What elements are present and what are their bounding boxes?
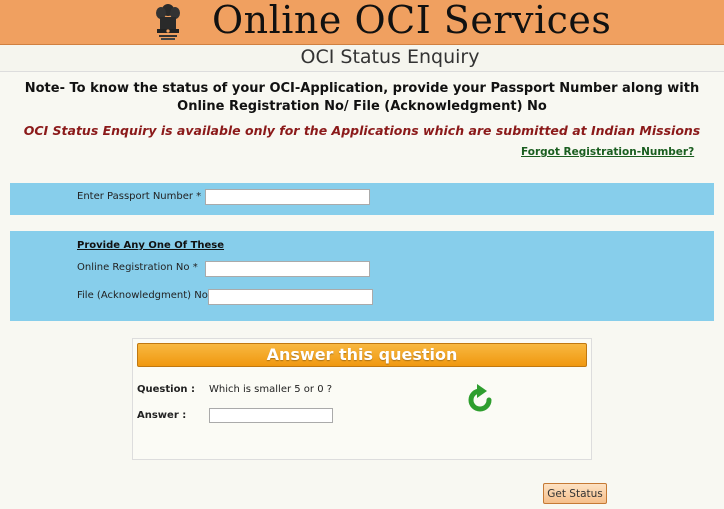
section-title: Provide Any One Of These <box>77 240 225 251</box>
passport-panel: Enter Passport Number * <box>10 183 714 215</box>
captcha-box: Answer this question Question : Which is… <box>132 338 592 460</box>
answer-label: Answer : <box>137 410 187 421</box>
captcha-title: Answer this question <box>137 343 587 367</box>
file-ack-label: File (Acknowledgment) No * <box>77 290 217 301</box>
registration-number-input[interactable] <box>205 261 370 277</box>
missions-note: OCI Status Enquiry is available only for… <box>23 123 701 138</box>
site-header: Online OCI Services <box>0 0 724 45</box>
refresh-icon[interactable] <box>463 383 497 417</box>
page-title: OCI Status Enquiry <box>300 46 480 68</box>
question-text: Which is smaller 5 or 0 ? <box>209 384 333 395</box>
question-label: Question : <box>137 384 196 395</box>
identifier-panel: Provide Any One Of These Online Registra… <box>10 231 714 321</box>
forgot-registration-link[interactable]: Forgot Registration-Number? <box>521 146 694 158</box>
get-status-button[interactable]: Get Status <box>543 483 607 504</box>
page-subheader: OCI Status Enquiry <box>0 45 724 72</box>
passport-label: Enter Passport Number * <box>77 191 202 202</box>
passport-number-input[interactable] <box>205 189 370 205</box>
instruction-note: Note- To know the status of your OCI-App… <box>24 81 700 114</box>
file-ack-number-input[interactable] <box>208 289 373 305</box>
site-title: Online OCI Services <box>212 0 612 42</box>
answer-input[interactable] <box>209 408 333 423</box>
national-emblem-icon <box>156 4 180 40</box>
registration-label: Online Registration No * <box>77 262 198 273</box>
